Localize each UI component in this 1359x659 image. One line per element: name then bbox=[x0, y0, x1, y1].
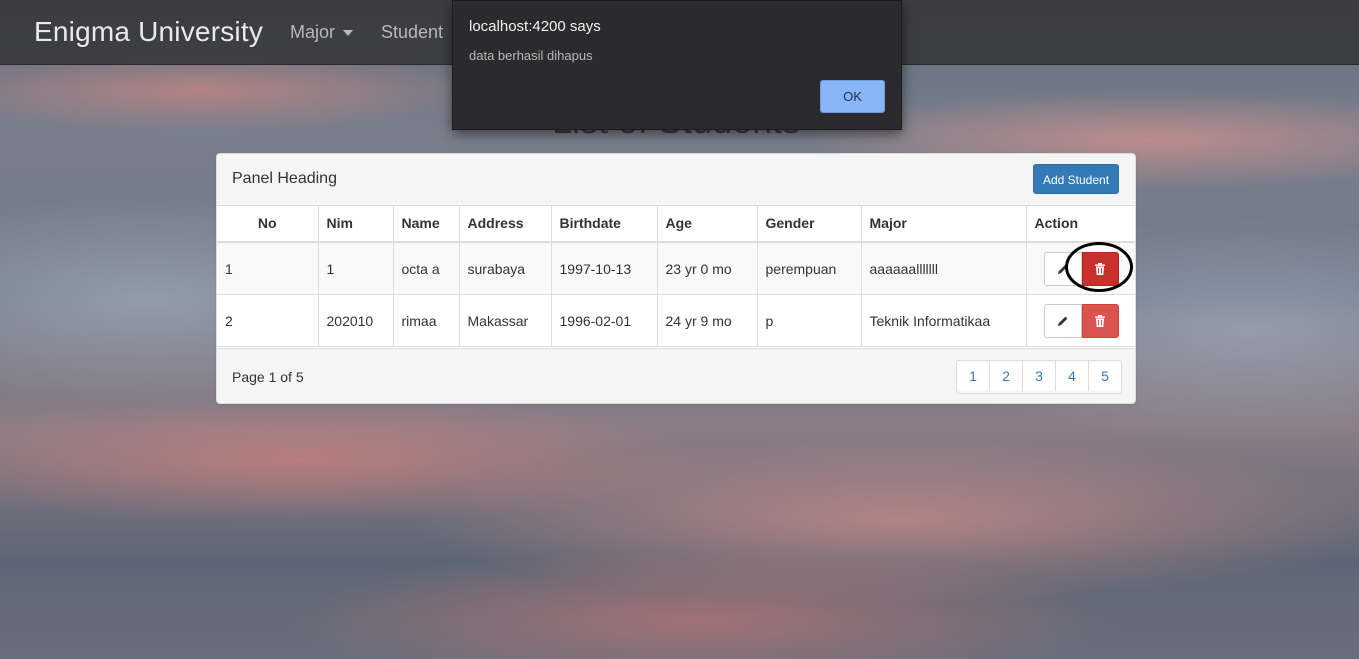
page-link-3[interactable]: 3 bbox=[1022, 361, 1055, 391]
page-link-1[interactable]: 1 bbox=[957, 361, 989, 391]
column-header-action: Action bbox=[1026, 205, 1135, 243]
cell-name: octa a bbox=[393, 242, 460, 295]
cell-no: 1 bbox=[217, 242, 319, 295]
students-panel: Panel Heading Add Student No Nim Name Ad… bbox=[216, 153, 1136, 404]
column-header-name: Name bbox=[393, 205, 460, 243]
cell-nim: 1 bbox=[318, 242, 394, 295]
panel-footer: Page 1 of 5 1 2 3 4 5 bbox=[217, 348, 1135, 403]
cell-gender: perempuan bbox=[757, 242, 862, 295]
edit-button[interactable] bbox=[1043, 303, 1082, 338]
dialog-ok-button[interactable]: OK bbox=[820, 80, 885, 113]
table-row: 2 202010 rimaa Makassar 1996-02-01 24 yr… bbox=[217, 294, 1135, 347]
cell-nim: 202010 bbox=[318, 294, 394, 347]
annotation-circle bbox=[1065, 242, 1133, 292]
cell-address: surabaya bbox=[459, 242, 552, 295]
nav-student-link[interactable]: Student bbox=[381, 22, 443, 43]
page-info: Page 1 of 5 bbox=[232, 369, 304, 385]
cell-name: rimaa bbox=[393, 294, 460, 347]
students-table: No Nim Name Address Birthdate Age Gender… bbox=[217, 205, 1135, 347]
cell-gender: p bbox=[757, 294, 862, 347]
alert-dialog: localhost:4200 says data berhasil dihapu… bbox=[452, 0, 902, 130]
page-link-2[interactable]: 2 bbox=[989, 361, 1022, 391]
cell-age: 23 yr 0 mo bbox=[657, 242, 758, 295]
column-header-gender: Gender bbox=[757, 205, 862, 243]
caret-down-icon bbox=[343, 30, 354, 37]
column-header-no: No bbox=[217, 205, 319, 243]
panel-heading-title: Panel Heading bbox=[232, 170, 337, 187]
table-header-row: No Nim Name Address Birthdate Age Gender… bbox=[217, 205, 1135, 243]
trash-icon bbox=[1095, 314, 1105, 327]
dialog-origin: localhost:4200 says bbox=[469, 18, 601, 35]
column-header-birthdate: Birthdate bbox=[551, 205, 658, 243]
cell-major: aaaaaalllllll bbox=[861, 242, 1027, 295]
cell-address: Makassar bbox=[459, 294, 552, 347]
action-button-group bbox=[1035, 303, 1128, 338]
column-header-nim: Nim bbox=[318, 205, 394, 243]
pencil-icon bbox=[1057, 316, 1067, 326]
cell-birthdate: 1996-02-01 bbox=[551, 294, 658, 347]
nav-major-dropdown[interactable]: Major bbox=[290, 22, 354, 43]
cell-no: 2 bbox=[217, 294, 319, 347]
cell-birthdate: 1997-10-13 bbox=[551, 242, 658, 295]
add-student-button[interactable]: Add Student bbox=[1033, 164, 1119, 194]
column-header-age: Age bbox=[657, 205, 758, 243]
page-link-4[interactable]: 4 bbox=[1055, 361, 1088, 391]
delete-button[interactable] bbox=[1081, 303, 1119, 338]
cell-action bbox=[1026, 294, 1135, 347]
panel-heading: Panel Heading Add Student bbox=[217, 154, 1135, 206]
dialog-message: data berhasil dihapus bbox=[469, 48, 593, 63]
table-row: 1 1 octa a surabaya 1997-10-13 23 yr 0 m… bbox=[217, 242, 1135, 295]
column-header-major: Major bbox=[861, 205, 1027, 243]
page-link-5[interactable]: 5 bbox=[1088, 361, 1121, 391]
pagination: 1 2 3 4 5 bbox=[956, 360, 1122, 394]
nav-major-label: Major bbox=[290, 22, 336, 42]
cell-age: 24 yr 9 mo bbox=[657, 294, 758, 347]
brand-title[interactable]: Enigma University bbox=[34, 16, 263, 48]
column-header-address: Address bbox=[459, 205, 552, 243]
cell-major: Teknik Informatikaa bbox=[861, 294, 1027, 347]
